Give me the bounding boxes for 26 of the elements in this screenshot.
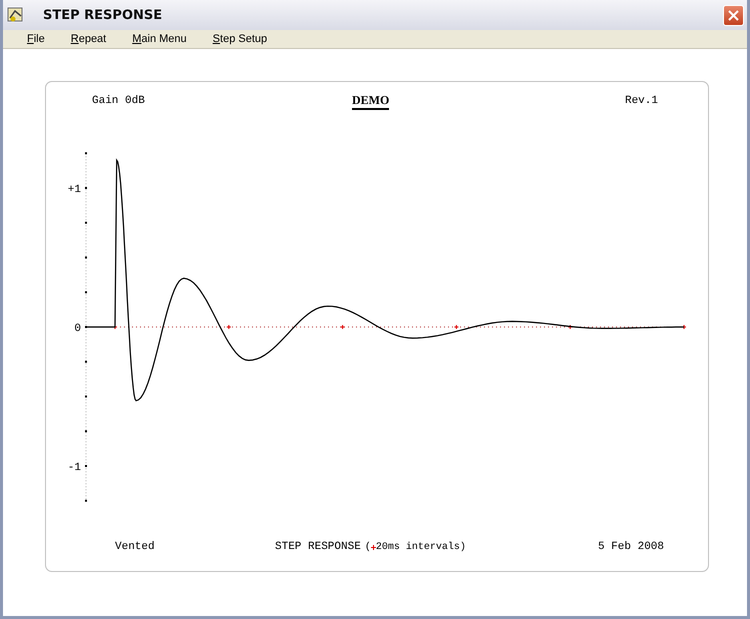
- demo-title: DEMO: [352, 92, 390, 110]
- close-icon: [728, 10, 739, 20]
- window-title: STEP RESPONSE: [43, 8, 164, 22]
- interval-marker: [568, 324, 573, 330]
- caption-note: (: [364, 542, 371, 552]
- menu-item[interactable]: Main Menu: [132, 33, 187, 45]
- axis-label: 0: [74, 323, 81, 335]
- date-label: 5 Feb 2008: [598, 541, 664, 553]
- axis-label: +1: [68, 184, 81, 196]
- enclosure-label: Vented: [115, 541, 156, 553]
- menu-item[interactable]: Repeat: [70, 33, 106, 45]
- revision-label: Rev.1: [624, 95, 658, 107]
- axis-label: -1: [68, 462, 81, 474]
- interval-marker: [226, 324, 232, 330]
- interval-marker: [340, 324, 346, 330]
- interval-marker-icon: [370, 544, 376, 550]
- app-icon: [7, 6, 25, 24]
- chart-caption: STEP RESPONSE: [275, 541, 361, 553]
- gain-label: Gain 0dB: [92, 95, 146, 107]
- interval-marker: [112, 324, 118, 330]
- menu-item[interactable]: File: [27, 33, 45, 45]
- interval-marker: [454, 324, 459, 330]
- interval-marker: [682, 324, 686, 330]
- caption-note: 20ms intervals): [376, 542, 466, 552]
- menu-item[interactable]: Step Setup: [212, 33, 268, 45]
- close-button[interactable]: [723, 4, 744, 26]
